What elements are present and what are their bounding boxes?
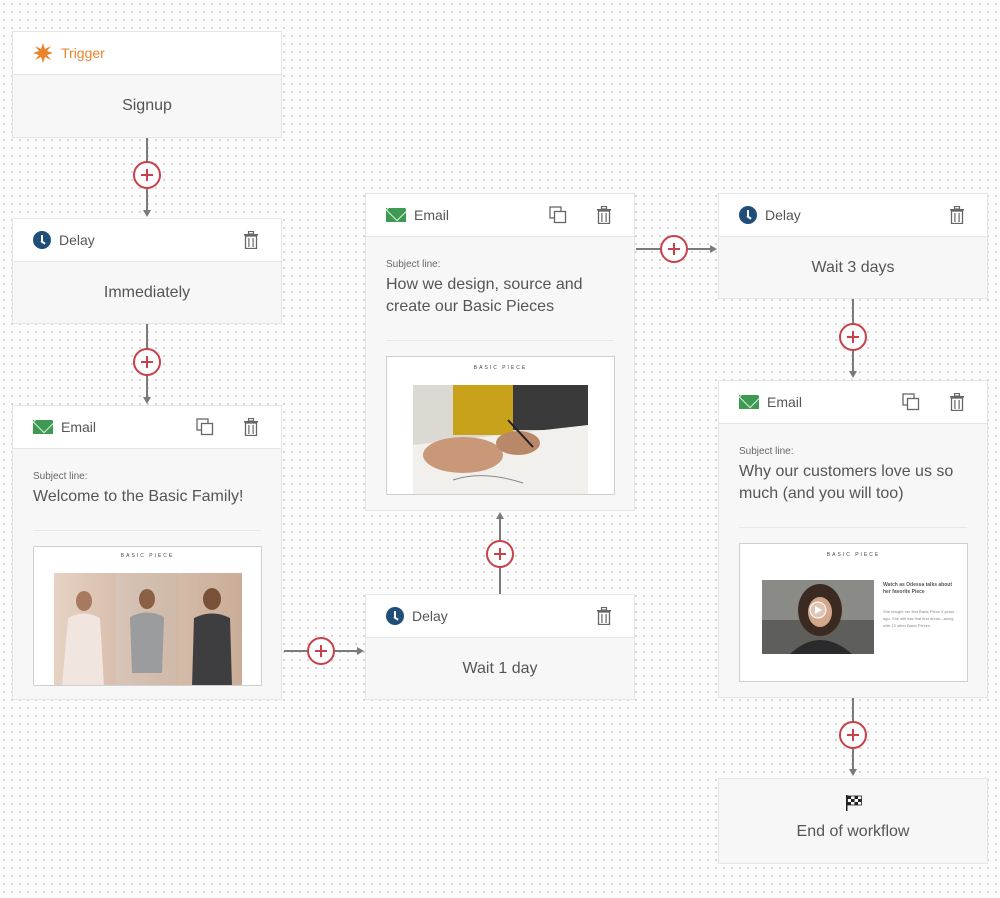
envelope-icon <box>386 208 406 222</box>
add-step-button[interactable] <box>133 161 161 189</box>
trash-icon[interactable] <box>241 417 261 437</box>
trash-icon[interactable] <box>947 205 967 225</box>
end-card: End of workflow <box>718 778 988 864</box>
envelope-icon <box>33 420 53 434</box>
preview-brand: BASIC PIECE <box>826 552 881 558</box>
email-preview[interactable]: BASIC PIECE <box>33 546 262 686</box>
divider <box>33 530 261 531</box>
duplicate-icon[interactable] <box>548 205 568 225</box>
divider <box>386 340 614 341</box>
card-title: Email <box>767 394 803 410</box>
starburst-icon <box>33 43 53 63</box>
add-step-button[interactable] <box>133 348 161 376</box>
delay-value: Immediately <box>103 284 191 301</box>
arrow-up-icon <box>496 512 504 519</box>
email-preview[interactable]: BASIC PIECE <box>386 356 615 495</box>
email-preview[interactable]: BASIC PIECE Watch as Odessa talks about … <box>739 543 968 682</box>
divider <box>739 527 967 528</box>
add-step-button[interactable] <box>486 540 514 568</box>
subject-line-label: Subject line: <box>739 446 794 457</box>
subject-line-label: Subject line: <box>386 259 441 270</box>
card-title: Delay <box>412 608 448 624</box>
arrow-down-icon <box>143 397 151 404</box>
sketching-image <box>413 385 588 494</box>
card-title: Delay <box>59 232 95 248</box>
preview-brand: BASIC PIECE <box>473 365 528 371</box>
card-header: Delay <box>13 219 281 262</box>
email-subject: Welcome to the Basic Family! <box>33 488 244 505</box>
preview-brand: BASIC PIECE <box>120 553 175 559</box>
card-header: Email <box>366 194 634 237</box>
card-header: Email <box>719 381 987 424</box>
delay-value: Wait 1 day <box>462 660 538 677</box>
delay-card[interactable]: Delay Wait 1 day <box>365 594 635 700</box>
clock-icon <box>739 206 757 224</box>
trigger-card[interactable]: Trigger Signup <box>12 31 282 138</box>
email-card[interactable]: Email Subject line: Welcome to the Basic… <box>12 405 282 700</box>
card-title: Email <box>61 419 97 435</box>
add-step-button[interactable] <box>307 637 335 665</box>
clock-icon <box>386 607 404 625</box>
add-step-button[interactable] <box>839 323 867 351</box>
card-title: Trigger <box>61 45 105 61</box>
card-header: Email <box>13 406 281 449</box>
models-image <box>54 573 242 685</box>
arrow-right-icon <box>357 647 364 655</box>
add-step-button[interactable] <box>660 235 688 263</box>
email-card[interactable]: Email Subject line: Why our customers lo… <box>718 380 988 698</box>
email-subject: Why our customers love us so much (and y… <box>739 463 954 502</box>
arrow-right-icon <box>710 245 717 253</box>
card-title: Delay <box>765 207 801 223</box>
trash-icon[interactable] <box>947 392 967 412</box>
trigger-event: Signup <box>122 97 172 114</box>
delay-value: Wait 3 days <box>811 259 895 276</box>
envelope-icon <box>739 395 759 409</box>
trash-icon[interactable] <box>594 606 614 626</box>
add-step-button[interactable] <box>839 721 867 749</box>
card-header: Delay <box>719 194 987 237</box>
duplicate-icon[interactable] <box>195 417 215 437</box>
trash-icon[interactable] <box>241 230 261 250</box>
email-subject: How we design, source and create our Bas… <box>386 276 583 315</box>
delay-card[interactable]: Delay Wait 3 days <box>718 193 988 299</box>
card-header: Delay <box>366 595 634 638</box>
clock-icon <box>33 231 51 249</box>
preview-heading: Watch as Odessa talks about her favorite… <box>883 582 953 595</box>
arrow-down-icon <box>849 371 857 378</box>
trash-icon[interactable] <box>594 205 614 225</box>
arrow-down-icon <box>143 210 151 217</box>
preview-body: She bought her first Basic Piece 3 years… <box>883 609 955 628</box>
checkered-flag-icon <box>845 794 863 817</box>
duplicate-icon[interactable] <box>901 392 921 412</box>
delay-card[interactable]: Delay Immediately <box>12 218 282 324</box>
email-card[interactable]: Email Subject line: How we design, sourc… <box>365 193 635 511</box>
card-title: Email <box>414 207 450 223</box>
arrow-down-icon <box>849 769 857 776</box>
subject-line-label: Subject line: <box>33 471 88 482</box>
card-header: Trigger <box>13 32 281 75</box>
end-label: End of workflow <box>796 823 910 840</box>
video-thumbnail <box>762 580 874 654</box>
